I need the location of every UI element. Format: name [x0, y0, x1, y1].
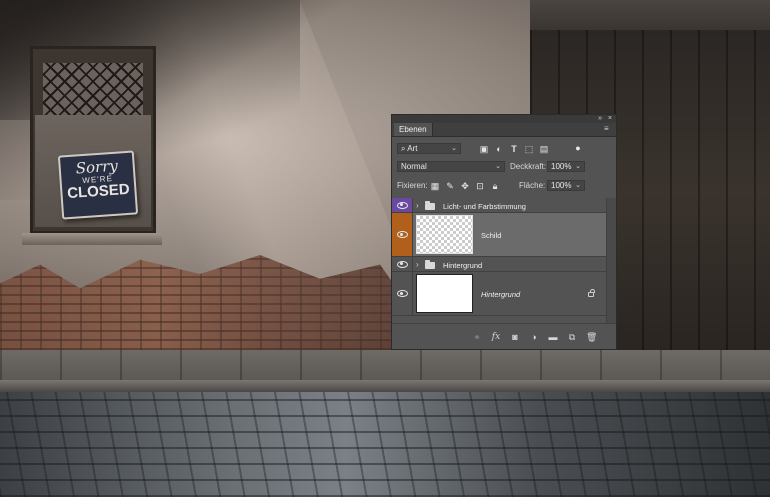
- collapse-icon[interactable]: »: [598, 115, 602, 123]
- lock-pixels-icon[interactable]: ✎: [445, 181, 455, 191]
- layer-row-licht-und-farbstimmung[interactable]: › Licht- und Farbstimmung: [392, 198, 606, 213]
- adjustment-layer-icon[interactable]: ◑: [529, 332, 539, 342]
- eye-icon: [396, 290, 408, 297]
- filter-kind-value: Art: [407, 144, 418, 153]
- trash-icon[interactable]: 🗑︎: [586, 332, 597, 342]
- layer-row-schild[interactable]: Schild: [392, 213, 606, 257]
- filter-type-icon[interactable]: T: [509, 144, 519, 154]
- lock-transparency-icon[interactable]: ▦: [430, 181, 440, 191]
- blend-row: Normal ⌄ Deckkraft: 100% ⌄: [392, 160, 616, 174]
- layer-thumbnail[interactable]: [416, 215, 473, 254]
- panel-titlebar[interactable]: » ×: [392, 115, 616, 123]
- chevron-right-icon[interactable]: ›: [416, 201, 419, 210]
- layer-row-hintergrund-group[interactable]: › Hintergrund: [392, 257, 606, 272]
- layer-list-scrollbar[interactable]: [606, 198, 616, 323]
- lock-all-icon[interactable]: 🔒︎: [490, 181, 500, 191]
- lock-label: Fixieren:: [397, 181, 428, 190]
- panel-tabbar: Ebenen ≡: [392, 123, 616, 137]
- chevron-right-icon[interactable]: ›: [416, 260, 419, 269]
- window-sill: [22, 233, 162, 245]
- folder-icon: [425, 201, 435, 210]
- filter-pixel-icon[interactable]: ▣: [479, 144, 489, 154]
- filter-shape-icon[interactable]: ⬚: [524, 144, 534, 154]
- fill-value: 100%: [551, 181, 572, 190]
- filter-row: ⌕ Art ⌄ ▣ ◐ T ⬚ ▤ ●: [392, 142, 616, 156]
- window-grate: [43, 63, 143, 115]
- folder-icon: [425, 260, 435, 269]
- search-icon: ⌕: [401, 144, 406, 153]
- layer-name: Hintergrund: [481, 290, 521, 299]
- fill-field[interactable]: 100% ⌄: [547, 180, 585, 191]
- sign-line-3: CLOSED: [66, 180, 131, 203]
- opacity-label: Deckkraft:: [510, 162, 547, 171]
- visibility-toggle[interactable]: [392, 213, 413, 256]
- chevron-down-icon: ⌄: [495, 163, 501, 170]
- chevron-down-icon: ⌄: [451, 145, 457, 152]
- opacity-value: 100%: [551, 162, 572, 171]
- lock-row: Fixieren: ▦ ✎ ✥ ⊡ 🔒︎ Fläche: 100% ⌄: [392, 179, 616, 193]
- layer-name: Hintergrund: [443, 261, 483, 270]
- visibility-toggle[interactable]: [392, 272, 413, 315]
- link-layers-icon[interactable]: ⚭: [472, 332, 482, 342]
- fx-icon[interactable]: fx: [491, 332, 501, 342]
- filter-smartobject-icon[interactable]: ▤: [539, 144, 549, 154]
- fill-label: Fläche:: [519, 181, 546, 190]
- blend-mode-value: Normal: [401, 162, 427, 171]
- new-layer-icon[interactable]: ⧉: [567, 332, 577, 342]
- panel-menu-icon[interactable]: ≡: [604, 125, 612, 133]
- opacity-field[interactable]: 100% ⌄: [547, 161, 585, 172]
- eye-icon: [396, 260, 408, 268]
- visibility-toggle[interactable]: [392, 257, 413, 271]
- lock-position-icon[interactable]: ✥: [460, 181, 470, 191]
- tab-ebenen[interactable]: Ebenen: [394, 123, 433, 136]
- eye-icon: [396, 201, 408, 209]
- curb: [0, 380, 770, 392]
- layers-panel: » × Ebenen ≡ ⌕ Art ⌄ ▣ ◐ T ⬚ ▤ ● Normal …: [391, 114, 617, 350]
- blend-mode-dropdown[interactable]: Normal ⌄: [397, 161, 505, 172]
- add-mask-icon[interactable]: ◙: [510, 332, 520, 342]
- close-icon[interactable]: ×: [608, 115, 612, 123]
- canvas-image: Sorry WE'RE CLOSED: [0, 0, 770, 497]
- closed-sign: Sorry WE'RE CLOSED: [57, 150, 139, 220]
- layer-row-hintergrund[interactable]: Hintergrund: [392, 272, 606, 316]
- layer-name: Schild: [481, 231, 502, 240]
- layers-toolbar: ⚭ fx ◙ ◑ ▬ ⧉ 🗑︎: [392, 323, 616, 349]
- chevron-down-icon: ⌄: [575, 182, 581, 189]
- new-group-icon[interactable]: ▬: [548, 332, 558, 342]
- cobblestone-street: [0, 392, 770, 497]
- filter-toggle-icon[interactable]: ●: [573, 143, 583, 153]
- layer-list: › Licht- und Farbstimmung Schild › Hinte…: [392, 198, 606, 323]
- layer-name: Licht- und Farbstimmung: [443, 202, 526, 211]
- lock-icon: [588, 289, 595, 297]
- lock-artboard-icon[interactable]: ⊡: [475, 181, 485, 191]
- eye-icon: [396, 231, 408, 238]
- layer-thumbnail[interactable]: [416, 274, 473, 313]
- filter-adjustment-icon[interactable]: ◐: [494, 144, 504, 154]
- chevron-down-icon: ⌄: [575, 163, 581, 170]
- filter-kind-dropdown[interactable]: ⌕ Art ⌄: [397, 143, 461, 154]
- visibility-toggle[interactable]: [392, 198, 413, 212]
